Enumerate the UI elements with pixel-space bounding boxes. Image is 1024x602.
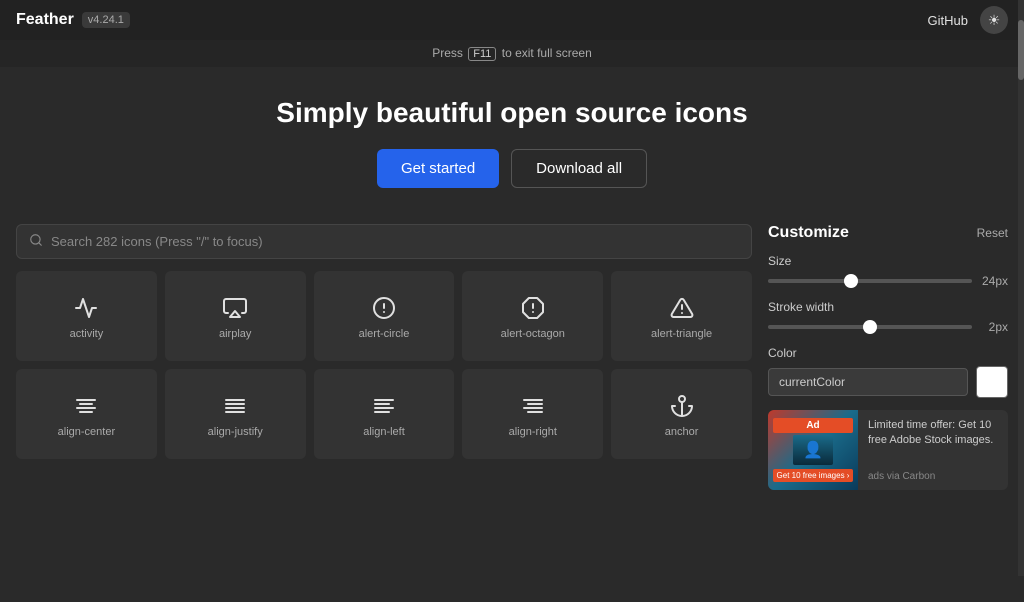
color-input[interactable]	[768, 368, 968, 396]
stroke-label: Stroke width	[768, 300, 1008, 314]
stroke-slider[interactable]	[768, 325, 972, 329]
topbar-right: GitHub ☀	[928, 6, 1008, 34]
align-center-icon	[74, 394, 98, 418]
version-badge: v4.24.1	[82, 12, 130, 28]
align-left-icon	[372, 394, 396, 418]
hero-title: Simply beautiful open source icons	[20, 97, 1004, 129]
icon-card-align-right[interactable]: align-right	[462, 369, 603, 459]
alert-triangle-icon	[670, 296, 694, 320]
customize-panel: Customize Reset Size 24px Stroke width 2…	[768, 224, 1008, 602]
icon-label-alert-circle: alert-circle	[359, 328, 410, 340]
ad-image-inner: Ad 👤 Get 10 free images ›	[773, 418, 854, 482]
color-swatch[interactable]	[976, 366, 1008, 398]
hero-buttons: Get started Download all	[20, 149, 1004, 188]
stroke-control: Stroke width 2px	[768, 300, 1008, 334]
topbar-left: Feather v4.24.1	[16, 11, 130, 29]
browser-notice: Press F11 to exit full screen	[0, 40, 1024, 67]
align-right-icon	[521, 394, 545, 418]
icon-label-align-center: align-center	[58, 426, 115, 438]
notice-prefix: Press	[432, 46, 463, 60]
icon-label-align-right: align-right	[509, 426, 557, 438]
adobe-badge: Ad	[773, 418, 854, 433]
theme-toggle-button[interactable]: ☀	[980, 6, 1008, 34]
align-justify-icon	[223, 394, 247, 418]
icon-card-activity[interactable]: activity	[16, 271, 157, 361]
f11-badge: F11	[468, 47, 496, 61]
sun-icon: ☀	[988, 12, 1001, 29]
anchor-icon	[670, 394, 694, 418]
ad-cta-label: Get 10 free images ›	[773, 469, 854, 482]
icon-card-airplay[interactable]: airplay	[165, 271, 306, 361]
icon-label-alert-octagon: alert-octagon	[501, 328, 565, 340]
github-link[interactable]: GitHub	[928, 13, 968, 28]
icon-label-align-justify: align-justify	[208, 426, 263, 438]
airplay-icon	[223, 296, 247, 320]
size-label: Size	[768, 254, 1008, 268]
icon-label-anchor: anchor	[665, 426, 699, 438]
icon-label-activity: activity	[70, 328, 104, 340]
ad-description: Limited time offer: Get 10 free Adobe St…	[868, 418, 998, 449]
stroke-slider-row: 2px	[768, 320, 1008, 334]
icon-label-airplay: airplay	[219, 328, 251, 340]
notice-suffix: to exit full screen	[502, 46, 592, 60]
reset-button[interactable]: Reset	[977, 226, 1008, 240]
icon-card-alert-octagon[interactable]: alert-octagon	[462, 271, 603, 361]
activity-icon	[74, 296, 98, 320]
get-started-button[interactable]: Get started	[377, 149, 499, 188]
size-control: Size 24px	[768, 254, 1008, 288]
icon-card-alert-triangle[interactable]: alert-triangle	[611, 271, 752, 361]
icon-label-align-left: align-left	[363, 426, 405, 438]
alert-octagon-icon	[521, 296, 545, 320]
ad-image: Ad 👤 Get 10 free images ›	[768, 410, 858, 490]
main-area: activity airplay alert-circle	[0, 208, 1024, 602]
icons-panel: activity airplay alert-circle	[16, 224, 752, 602]
alert-circle-icon	[372, 296, 396, 320]
customize-header: Customize Reset	[768, 224, 1008, 242]
icon-card-align-center[interactable]: align-center	[16, 369, 157, 459]
size-value: 24px	[980, 274, 1008, 288]
ad-banner[interactable]: Ad 👤 Get 10 free images › Limited time o…	[768, 410, 1008, 490]
ad-text: Limited time offer: Get 10 free Adobe St…	[858, 410, 1008, 490]
icon-label-alert-triangle: alert-triangle	[651, 328, 712, 340]
size-slider[interactable]	[768, 279, 972, 283]
search-icon	[29, 233, 43, 250]
icon-card-anchor[interactable]: anchor	[611, 369, 752, 459]
hero-section: Simply beautiful open source icons Get s…	[0, 67, 1024, 208]
icon-card-align-justify[interactable]: align-justify	[165, 369, 306, 459]
size-slider-row: 24px	[768, 274, 1008, 288]
search-bar	[16, 224, 752, 259]
icon-card-alert-circle[interactable]: alert-circle	[314, 271, 455, 361]
scrollbar[interactable]	[1018, 0, 1024, 576]
app-name: Feather	[16, 11, 74, 29]
download-all-button[interactable]: Download all	[511, 149, 647, 188]
search-input[interactable]	[51, 234, 739, 249]
ad-via: ads via Carbon	[868, 471, 998, 482]
icon-card-align-left[interactable]: align-left	[314, 369, 455, 459]
color-row	[768, 366, 1008, 398]
topbar: Feather v4.24.1 GitHub ☀	[0, 0, 1024, 40]
customize-title: Customize	[768, 224, 849, 242]
scrollbar-thumb[interactable]	[1018, 20, 1024, 80]
color-label: Color	[768, 346, 1008, 360]
color-control: Color	[768, 346, 1008, 398]
icons-grid: activity airplay alert-circle	[16, 271, 752, 459]
stroke-value: 2px	[980, 320, 1008, 334]
